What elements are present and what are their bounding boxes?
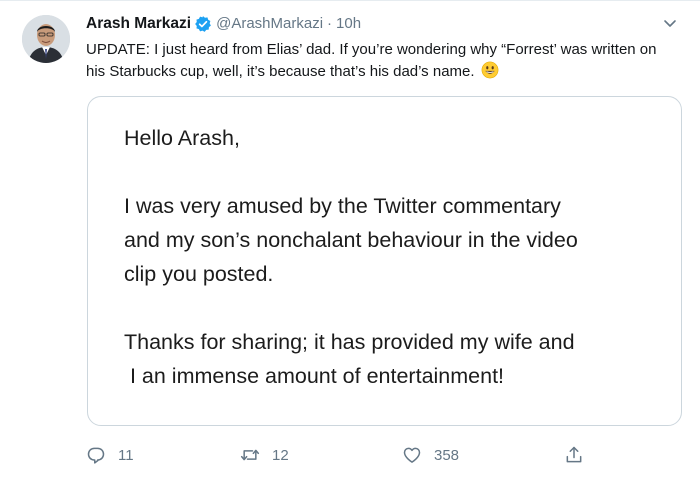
verified-badge-icon: [194, 15, 212, 33]
reply-count: 11: [118, 446, 134, 464]
tweet-text-content: UPDATE: I just heard from Elias’ dad. If…: [86, 41, 657, 80]
profile-photo: [22, 15, 70, 63]
chevron-down-icon[interactable]: [662, 15, 678, 31]
tweet-header: Arash Markazi @ArashMarkazi · 10h: [86, 14, 361, 34]
reply-icon: [87, 447, 105, 464]
retweet-count: 12: [272, 446, 289, 464]
share-button[interactable]: [564, 445, 596, 465]
share-icon: [566, 446, 582, 463]
letter-paragraph-2: Thanks for sharing; it has provided my w…: [124, 325, 664, 393]
letter-paragraph-1: I was very amused by the Twitter comment…: [124, 189, 664, 291]
author-handle[interactable]: @ArashMarkazi: [216, 14, 323, 34]
retweet-icon: [240, 449, 260, 461]
tweet-actions: 11 12 358: [86, 445, 686, 469]
letter-line: I an immense amount of entertainment!: [124, 364, 505, 388]
letter-greeting: Hello Arash,: [124, 126, 240, 150]
letter-line: I was very amused by the Twitter comment…: [124, 194, 561, 218]
reply-button[interactable]: 11: [86, 445, 134, 465]
letter-line: clip you posted.: [124, 262, 274, 286]
retweet-button[interactable]: 12: [240, 445, 289, 465]
letter-image-text: Hello Arash, I was very amused by the Tw…: [124, 121, 664, 393]
tweet-timestamp[interactable]: 10h: [336, 14, 361, 34]
like-button[interactable]: 358: [402, 445, 459, 465]
grinning-face-emoji-icon: [481, 61, 499, 86]
separator-dot: ·: [327, 15, 333, 32]
letter-line: Thanks for sharing; it has provided my w…: [124, 330, 575, 354]
avatar[interactable]: [22, 15, 70, 63]
letter-line: and my son’s nonchalant behaviour in the…: [124, 228, 578, 252]
heart-icon: [403, 447, 421, 463]
tweet-text: UPDATE: I just heard from Elias’ dad. If…: [86, 39, 674, 86]
author-name[interactable]: Arash Markazi: [86, 14, 191, 34]
image-card[interactable]: Hello Arash, I was very amused by the Tw…: [87, 96, 682, 426]
like-count: 358: [434, 446, 460, 464]
tweet[interactable]: Arash Markazi @ArashMarkazi · 10h UPDATE…: [0, 0, 700, 478]
